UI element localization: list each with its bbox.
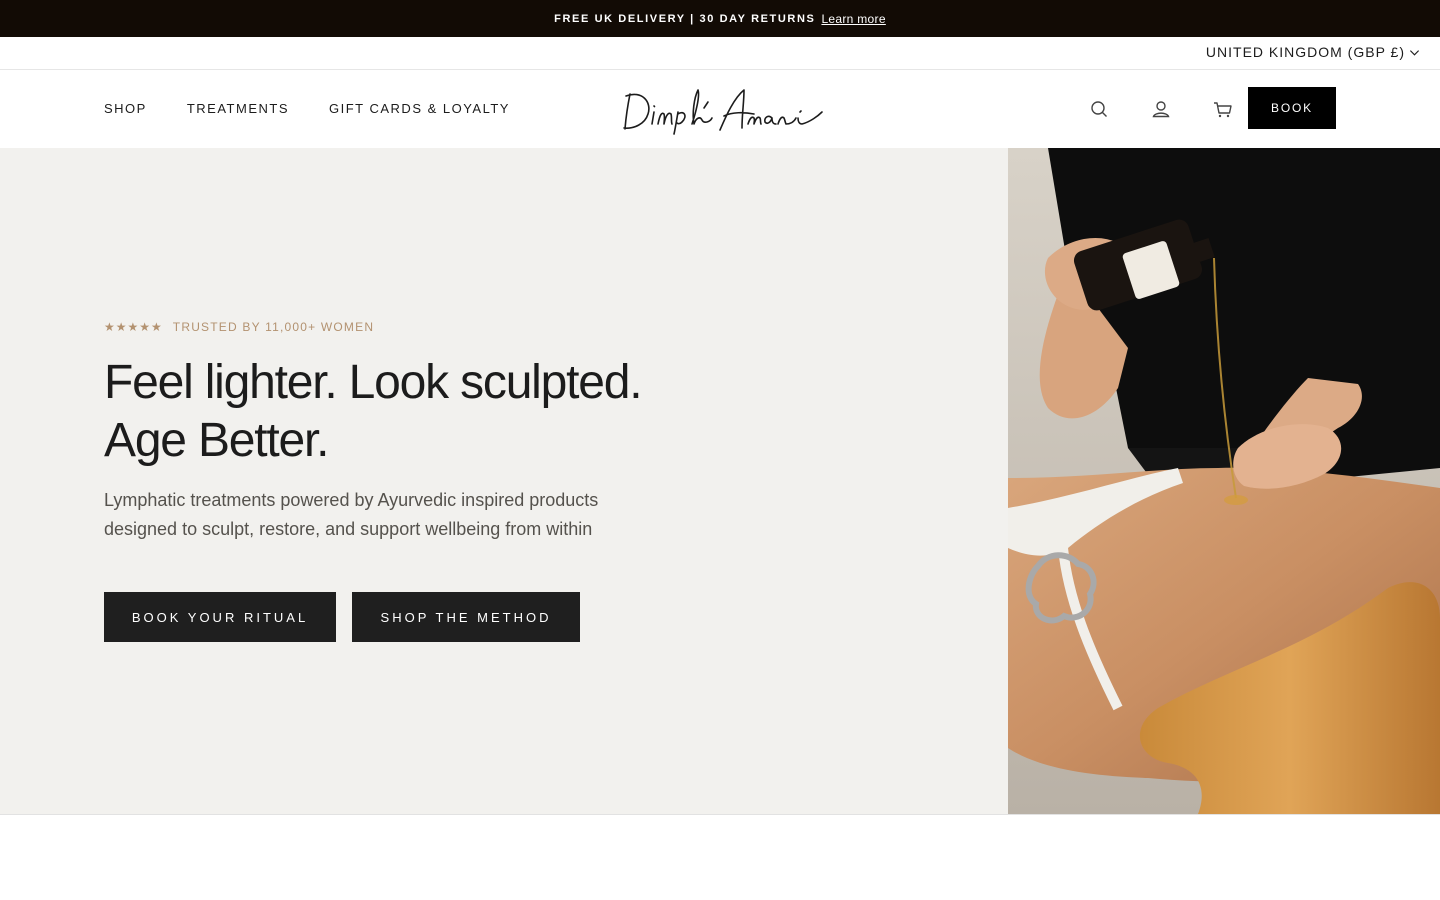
search-icon[interactable] bbox=[1088, 98, 1110, 120]
locale-bar: UNITED KINGDOM (GBP £) bbox=[0, 37, 1440, 70]
brand-logo[interactable] bbox=[620, 84, 824, 136]
headline-line-2: Age Better. bbox=[104, 414, 329, 467]
hero-section: ★★★★★ TRUSTED BY 11,000+ WOMEN Feel ligh… bbox=[0, 148, 1440, 814]
book-your-ritual-button[interactable]: BOOK YOUR RITUAL bbox=[104, 592, 336, 642]
hero-massage-photo bbox=[1008, 148, 1440, 814]
nav-treatments[interactable]: TREATMENTS bbox=[187, 101, 289, 116]
subtext-line-2: designed to sculpt, restore, and support… bbox=[104, 519, 593, 539]
chevron-down-icon bbox=[1409, 49, 1420, 56]
rating-badge: ★★★★★ TRUSTED BY 11,000+ WOMEN bbox=[104, 320, 374, 334]
shop-the-method-button[interactable]: SHOP THE METHOD bbox=[352, 592, 580, 642]
headline-line-1: Feel lighter. Look sculpted. bbox=[104, 356, 643, 409]
subtext-line-1: Lymphatic treatments powered by Ayurvedi… bbox=[104, 490, 599, 510]
cart-icon[interactable] bbox=[1212, 98, 1234, 120]
announcement-text: FREE UK DELIVERY | 30 DAY RETURNS bbox=[554, 12, 816, 25]
header-icons bbox=[1088, 98, 1234, 120]
account-icon[interactable] bbox=[1150, 98, 1172, 120]
nav-gift-cards-loyalty[interactable]: GIFT CARDS & LOYALTY bbox=[329, 101, 510, 116]
nav-shop[interactable]: SHOP bbox=[104, 101, 147, 116]
trusted-by-text: TRUSTED BY 11,000+ WOMEN bbox=[172, 320, 375, 334]
main-nav: SHOP TREATMENTS GIFT CARDS & LOYALTY bbox=[104, 101, 510, 116]
star-rating: ★★★★★ bbox=[104, 320, 163, 334]
hero-subtext: Lymphatic treatments powered by Ayurvedi… bbox=[104, 486, 664, 544]
book-button[interactable]: BOOK bbox=[1248, 87, 1336, 129]
country-currency-selector[interactable]: UNITED KINGDOM (GBP £) bbox=[1206, 44, 1420, 60]
learn-more-link[interactable]: Learn more bbox=[821, 12, 885, 26]
hero-bottom-divider bbox=[0, 814, 1440, 815]
hero-headline: Feel lighter. Look sculpted. Age Better. bbox=[104, 354, 643, 470]
site-header: SHOP TREATMENTS GIFT CARDS & LOYALTY BOO… bbox=[0, 70, 1440, 148]
locale-label: UNITED KINGDOM (GBP £) bbox=[1205, 44, 1405, 60]
announcement-bar: FREE UK DELIVERY | 30 DAY RETURNS Learn … bbox=[0, 0, 1440, 37]
